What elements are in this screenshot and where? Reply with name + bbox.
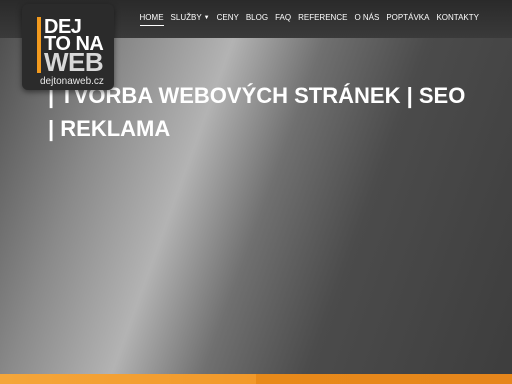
nav-item-sluzby[interactable]: SLUŽBY ▼	[171, 13, 210, 25]
nav-item-o-nas[interactable]: O NÁS	[354, 13, 379, 25]
nav-item-kontakty[interactable]: KONTAKTY	[436, 13, 479, 25]
nav-item-sluzby-label: SLUŽBY	[170, 13, 202, 22]
logo-domain: dejtonaweb.cz	[40, 76, 104, 87]
site-logo[interactable]: DEJ TO NA WEB dejtonaweb.cz	[22, 4, 114, 90]
nav-item-home[interactable]: HOME	[139, 13, 164, 26]
chevron-down-icon: ▼	[203, 15, 210, 21]
nav-item-faq[interactable]: FAQ	[275, 13, 291, 25]
logo-line-3: WEB	[44, 47, 104, 77]
nav-item-reference[interactable]: REFERENCE	[298, 13, 347, 25]
nav-item-poptavka[interactable]: POPTÁVKA	[386, 13, 429, 25]
logo-accent-bar	[37, 17, 41, 73]
nav-item-ceny[interactable]: CENY	[217, 13, 239, 25]
nav-item-blog[interactable]: BLOG	[246, 13, 268, 25]
bottom-accent-bar	[0, 374, 512, 384]
main-navigation: HOME SLUŽBY ▼ CENY BLOG FAQ REFERENCE O N…	[139, 13, 479, 26]
